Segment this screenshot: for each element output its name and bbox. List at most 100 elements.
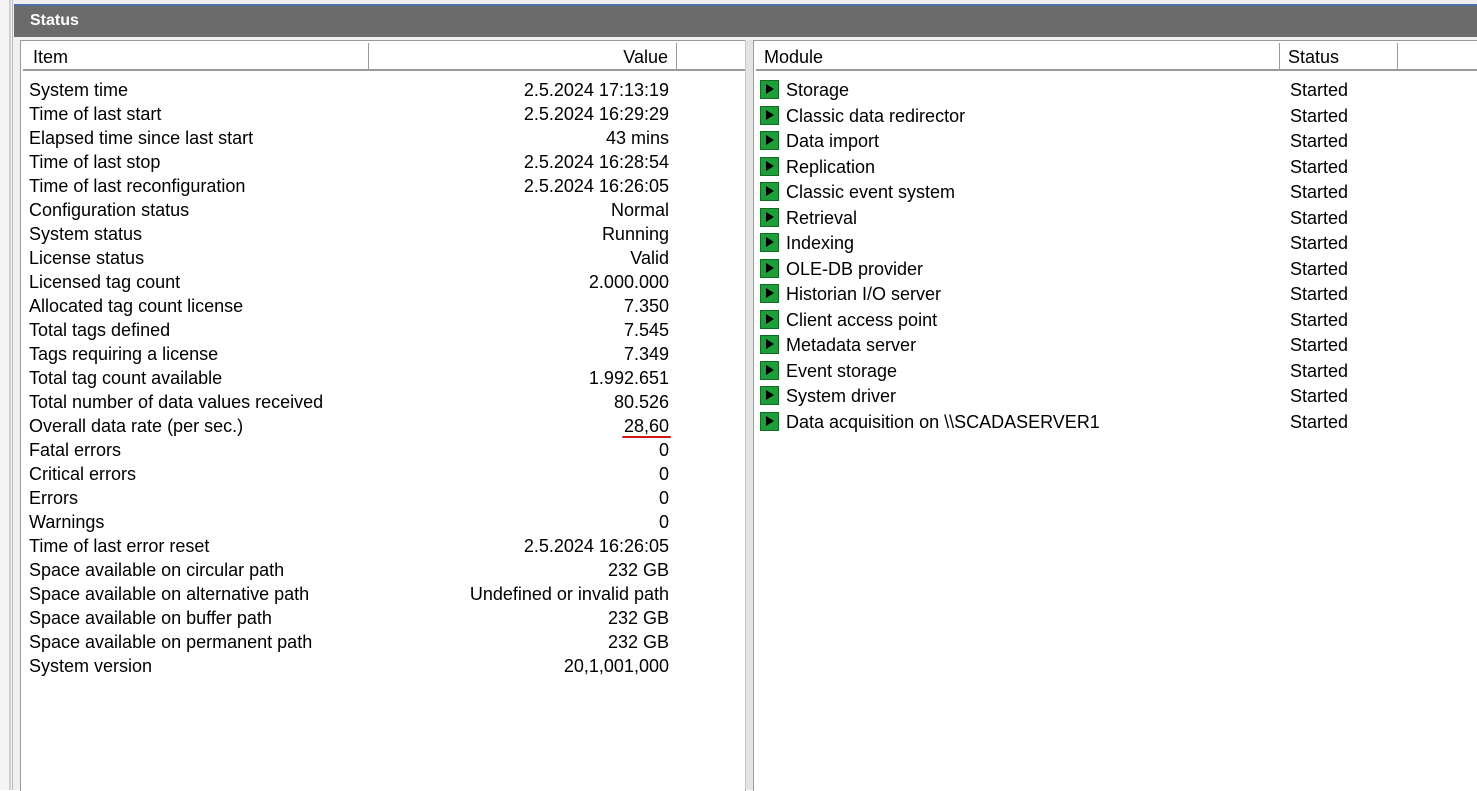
module-status: Started	[1290, 309, 1349, 330]
table-row[interactable]: Space available on buffer path 232 GB	[21, 606, 669, 630]
table-row[interactable]: System version 20,1,001,000	[21, 654, 669, 678]
module-name: Replication	[786, 156, 876, 177]
module-status: Started	[1290, 80, 1349, 100]
module-name: Indexing	[786, 233, 855, 253]
module-status: Started	[1290, 207, 1349, 228]
table-row[interactable]: Time of last start 2.5.2024 16:29:29	[21, 102, 669, 126]
play-icon	[760, 258, 779, 278]
table-row[interactable]: Metadata server Started	[754, 333, 1454, 358]
row-value: 2.5.2024 17:13:19	[523, 80, 669, 100]
row-value: 1.992.651	[588, 368, 669, 388]
module-status: Started	[1290, 182, 1349, 202]
row-item-label: Fatal errors	[29, 440, 122, 460]
module-status: Started	[1290, 105, 1349, 126]
table-row[interactable]: Data import Started	[754, 129, 1454, 154]
module-name: Classic event system	[786, 182, 956, 202]
play-icon	[760, 131, 779, 150]
table-row[interactable]: Elapsed time since last start 43 mins	[21, 126, 669, 150]
row-value: 0	[658, 464, 669, 484]
play-icon	[760, 309, 779, 329]
module-name: Event storage	[786, 360, 898, 381]
module-name: Retrieval	[786, 207, 858, 228]
play-icon	[760, 360, 779, 380]
module-status: Started	[1290, 258, 1349, 279]
table-row[interactable]: Data acquisition on \\SCADASERVER1 Starte…	[754, 410, 1454, 435]
table-row[interactable]: Time of last reconfiguration 2.5.2024 16:…	[21, 174, 669, 198]
table-row[interactable]: Configuration status Normal	[21, 198, 669, 222]
table-row[interactable]: System status Running	[21, 222, 669, 246]
row-item-label: Space available on circular path	[29, 560, 285, 580]
module-status-table[interactable]: Module Status Storage Started Classic data…	[753, 40, 1477, 791]
table-row[interactable]: Space available on circular path 232 GB	[21, 558, 669, 582]
row-item-label: Space available on alternative path	[29, 584, 310, 604]
table-row[interactable]: Fatal errors 0	[21, 438, 669, 462]
table-row[interactable]: Time of last stop 2.5.2024 16:28:54	[21, 150, 669, 174]
table-row[interactable]: OLE-DB provider Started	[754, 257, 1454, 282]
table-row[interactable]: Errors 0	[21, 486, 669, 510]
row-value: 2.5.2024 16:26:05	[523, 536, 669, 556]
row-item-label: Overall data rate (per sec.)	[29, 416, 244, 436]
row-value: 2.5.2024 16:28:54	[523, 152, 669, 172]
row-item-label: Critical errors	[29, 464, 137, 484]
row-item-label: System time	[29, 80, 129, 100]
table-row[interactable]: Allocated tag count license 7.350	[21, 294, 669, 318]
row-value: 232 GB	[607, 632, 669, 652]
table-row[interactable]: Classic event system Started	[754, 180, 1454, 205]
row-item-label: Allocated tag count license	[29, 296, 244, 316]
module-name: Storage	[786, 80, 850, 100]
column-header-status-label: Status	[1288, 47, 1340, 67]
table-row[interactable]: Total number of data values received 80.5…	[21, 390, 669, 414]
table-row[interactable]: Storage Started	[754, 78, 1454, 103]
row-item-label: System version	[29, 656, 153, 676]
table-row[interactable]: Event storage Started	[754, 359, 1454, 384]
table-row[interactable]: Critical errors 0	[21, 462, 669, 486]
module-name: Client access point	[786, 309, 938, 330]
column-header-status[interactable]: Status	[1280, 43, 1398, 71]
column-header-value[interactable]: Value	[369, 43, 677, 71]
system-status-table[interactable]: Item Value System time 2.5.2024 17:13:19 T…	[20, 40, 746, 791]
table-row[interactable]: Space available on permanent path 232 GB	[21, 630, 669, 654]
table-row[interactable]: Space available on alternative path Undef…	[21, 582, 669, 606]
table-row[interactable]: Historian I/O server Started	[754, 282, 1454, 307]
table-row[interactable]: Replication Started	[754, 155, 1454, 180]
table-row[interactable]: Total tags defined 7.545	[21, 318, 669, 342]
column-header-module[interactable]: Module	[756, 43, 1280, 71]
table-row[interactable]: License status Valid	[21, 246, 669, 270]
module-status: Started	[1290, 411, 1349, 432]
row-value: 7.545	[623, 320, 669, 340]
table-row[interactable]: Indexing Started	[754, 231, 1454, 256]
module-name: Classic data redirector	[786, 105, 966, 126]
module-status: Started	[1290, 131, 1349, 151]
table-row[interactable]: Overall data rate (per sec.) 28,60	[21, 414, 669, 438]
window-edge	[0, 0, 13, 790]
row-item-label: Warnings	[29, 512, 105, 532]
window-title: Status	[30, 12, 79, 29]
module-name: Data acquisition on \\SCADASERVER1	[786, 411, 1100, 432]
row-value: Normal	[610, 200, 669, 220]
column-header-empty-right	[1398, 43, 1477, 71]
row-item-label: Total tags defined	[29, 320, 171, 340]
table-row[interactable]: Licensed tag count 2.000.000	[21, 270, 669, 294]
table-row[interactable]: Time of last error reset 2.5.2024 16:26:0…	[21, 534, 669, 558]
row-value: 2.5.2024 16:29:29	[523, 104, 669, 124]
play-icon	[760, 182, 779, 201]
table-row[interactable]: Warnings 0	[21, 510, 669, 534]
table-row[interactable]: Tags requiring a license 7.349	[21, 342, 669, 366]
table-row[interactable]: Retrieval Started	[754, 206, 1454, 231]
row-value: 80.526	[613, 392, 669, 412]
table-row[interactable]: System driver Started	[754, 384, 1454, 409]
row-value: 0	[658, 488, 669, 508]
row-item-label: Elapsed time since last start	[29, 128, 254, 148]
row-item-label: Total tag count available	[29, 368, 223, 388]
table-row[interactable]: System time 2.5.2024 17:13:19	[21, 78, 669, 102]
table-row[interactable]: Total tag count available 1.992.651	[21, 366, 669, 390]
column-header-item-label: Item	[33, 47, 69, 67]
row-value: 43 mins	[605, 128, 669, 148]
table-row[interactable]: Classic data redirector Started	[754, 104, 1454, 129]
module-status: Started	[1290, 386, 1349, 406]
table-row[interactable]: Client access point Started	[754, 308, 1454, 333]
module-name: OLE-DB provider	[786, 258, 924, 279]
column-header-item[interactable]: Item	[23, 43, 369, 71]
module-status: Started	[1290, 335, 1349, 355]
play-icon	[760, 80, 779, 99]
